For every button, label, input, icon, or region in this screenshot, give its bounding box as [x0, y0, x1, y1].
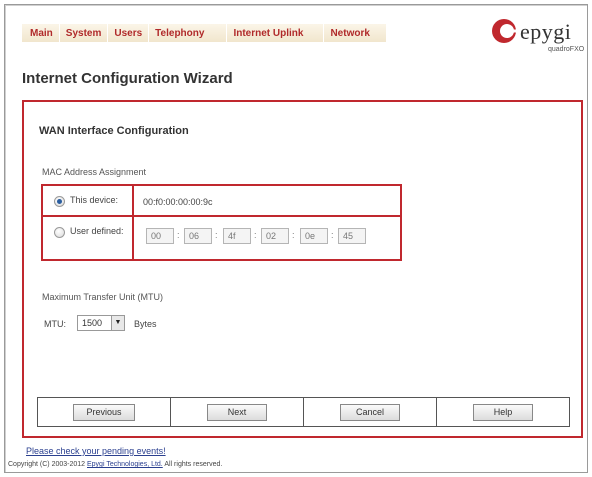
next-cell: Next	[171, 398, 304, 426]
nav-internet-uplink[interactable]: Internet Uplink	[227, 24, 325, 42]
mtu-label: MTU:	[44, 319, 66, 329]
user-defined-option: User defined:	[43, 217, 134, 259]
octet-separator: :	[177, 230, 180, 240]
mac-octet-1[interactable]: 00	[146, 228, 174, 244]
previous-button[interactable]: Previous	[73, 404, 135, 421]
previous-cell: Previous	[38, 398, 171, 426]
octet-separator: :	[292, 230, 295, 240]
nav-network[interactable]: Network	[324, 24, 387, 42]
epygi-logo-icon	[492, 19, 516, 43]
top-nav: Main System Users Telephony Internet Upl…	[22, 24, 387, 44]
octet-separator: :	[254, 230, 257, 240]
brand-name: epygi	[520, 19, 572, 44]
wizard-button-bar: Previous Next Cancel Help	[37, 397, 570, 427]
mac-octet-4[interactable]: 02	[261, 228, 289, 244]
mac-assignment-label: MAC Address Assignment	[42, 167, 147, 177]
copyright: Copyright (C) 2003-2012 Epygi Technologi…	[8, 461, 222, 468]
octet-separator: :	[215, 230, 218, 240]
cancel-button[interactable]: Cancel	[340, 404, 400, 421]
page-title: Internet Configuration Wizard	[22, 70, 233, 87]
mac-octet-3[interactable]: 4f	[223, 228, 251, 244]
help-cell: Help	[437, 398, 569, 426]
pending-events-link[interactable]: Please check your pending events!	[26, 446, 166, 456]
mac-octet-2[interactable]: 06	[184, 228, 212, 244]
this-device-label: This device:	[70, 195, 119, 205]
brand-logo: epygi quadroFXO	[490, 16, 585, 60]
this-device-option: This device:	[43, 186, 134, 215]
nav-telephony[interactable]: Telephony	[149, 24, 228, 42]
help-button[interactable]: Help	[473, 404, 533, 421]
this-device-row: This device: 00:f0:00:00:00:9c	[43, 186, 400, 217]
this-device-radio[interactable]	[54, 196, 65, 207]
user-defined-radio[interactable]	[54, 227, 65, 238]
cancel-cell: Cancel	[304, 398, 437, 426]
mtu-select[interactable]: 1500 ▼	[77, 315, 125, 331]
wizard-panel: WAN Interface Configuration MAC Address …	[22, 100, 583, 438]
copyright-suffix: All rights reserved.	[164, 461, 223, 468]
mtu-unit: Bytes	[134, 319, 157, 329]
mac-octet-6[interactable]: 45	[338, 228, 366, 244]
copyright-prefix: Copyright (C) 2003-2012	[8, 461, 86, 468]
mac-options-table: This device: 00:f0:00:00:00:9c User defi…	[41, 184, 402, 261]
nav-users[interactable]: Users	[108, 24, 150, 42]
nav-main[interactable]: Main	[22, 24, 60, 42]
this-device-mac: 00:f0:00:00:00:9c	[143, 197, 213, 207]
user-defined-label: User defined:	[70, 226, 124, 236]
nav-system[interactable]: System	[59, 24, 109, 42]
company-link[interactable]: Epygi Technologies, Ltd.	[87, 461, 163, 468]
user-defined-row: User defined: 00 : 06 : 4f : 02 : 0e : 4…	[43, 217, 400, 259]
section-title: WAN Interface Configuration	[39, 125, 189, 137]
next-button[interactable]: Next	[207, 404, 267, 421]
brand-product: quadroFXO	[548, 46, 585, 53]
octet-separator: :	[331, 230, 334, 240]
mtu-value: 1500	[82, 318, 103, 328]
mtu-section-label: Maximum Transfer Unit (MTU)	[42, 292, 164, 302]
mac-octet-5[interactable]: 0e	[300, 228, 328, 244]
chevron-down-icon[interactable]: ▼	[111, 316, 124, 330]
